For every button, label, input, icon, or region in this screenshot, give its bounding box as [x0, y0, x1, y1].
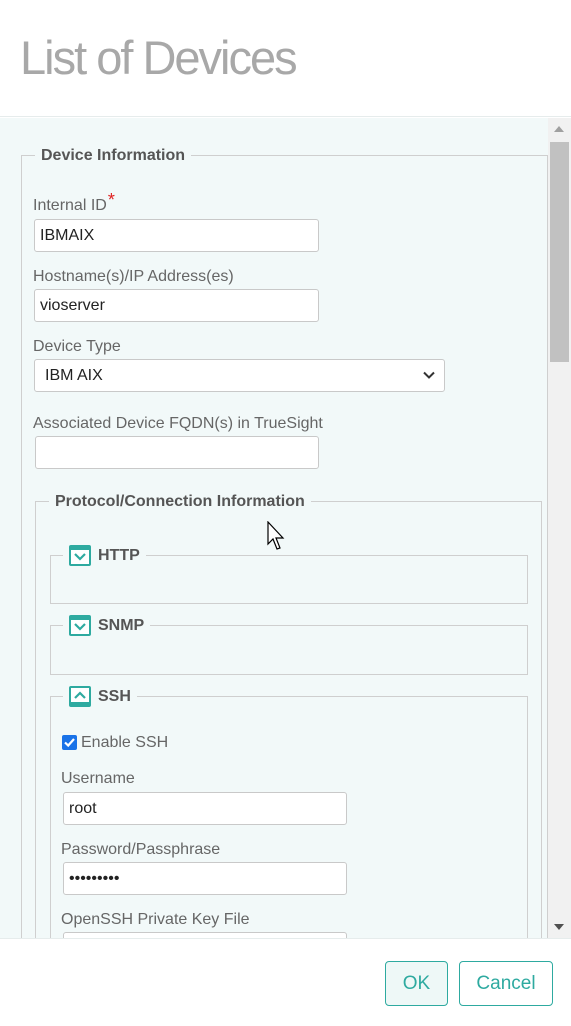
- expand-icon: [69, 545, 91, 566]
- device-type-label: Device Type: [33, 338, 121, 355]
- username-input[interactable]: root: [63, 792, 347, 825]
- device-information-legend: Device Information: [35, 147, 192, 165]
- hostname-input[interactable]: vioserver: [34, 289, 319, 322]
- http-label: HTTP: [98, 546, 140, 564]
- expand-icon: [69, 615, 91, 636]
- password-input[interactable]: •••••••••: [63, 862, 347, 895]
- scroll-down-arrow-icon[interactable]: [554, 924, 564, 930]
- chevron-down-icon: [423, 371, 435, 379]
- checkmark-icon: [64, 738, 75, 748]
- device-type-select[interactable]: IBM AIX: [34, 359, 445, 392]
- internal-id-input[interactable]: IBMAIX: [34, 219, 319, 252]
- http-section: HTTP: [50, 545, 528, 604]
- ssh-label: SSH: [98, 687, 131, 705]
- username-label: Username: [61, 770, 135, 787]
- dialog-header: List of Devices: [0, 0, 571, 117]
- protocol-legend: Protocol/Connection Information: [49, 493, 311, 511]
- vertical-scrollbar[interactable]: [548, 118, 571, 938]
- scroll-up-arrow-icon[interactable]: [554, 126, 564, 132]
- internal-id-label-text: Internal ID: [33, 197, 107, 214]
- ssh-toggle[interactable]: SSH: [63, 686, 137, 707]
- device-type-value: IBM AIX: [45, 367, 103, 384]
- hostname-label: Hostname(s)/IP Address(es): [33, 268, 234, 285]
- fqdn-input[interactable]: [35, 436, 319, 469]
- snmp-label: SNMP: [98, 616, 145, 634]
- dialog-footer: OK Cancel: [0, 938, 571, 1026]
- mouse-cursor-icon: [267, 521, 285, 550]
- collapse-icon: [69, 686, 91, 707]
- internal-id-label: Internal ID*: [33, 190, 115, 215]
- snmp-toggle[interactable]: SNMP: [63, 615, 151, 636]
- cancel-button[interactable]: Cancel: [459, 961, 553, 1006]
- password-label: Password/Passphrase: [61, 841, 221, 858]
- snmp-section: SNMP: [50, 615, 528, 675]
- private-key-file-label: OpenSSH Private Key File: [61, 911, 250, 928]
- scrollbar-thumb[interactable]: [550, 142, 569, 362]
- fqdn-label: Associated Device FQDN(s) in TrueSight: [33, 415, 323, 432]
- page-title: List of Devices: [20, 31, 298, 84]
- enable-ssh-checkbox[interactable]: [62, 735, 77, 750]
- enable-ssh-label[interactable]: Enable SSH: [81, 734, 168, 752]
- required-marker: *: [107, 190, 115, 210]
- ok-button[interactable]: OK: [385, 961, 448, 1006]
- http-toggle[interactable]: HTTP: [63, 545, 146, 566]
